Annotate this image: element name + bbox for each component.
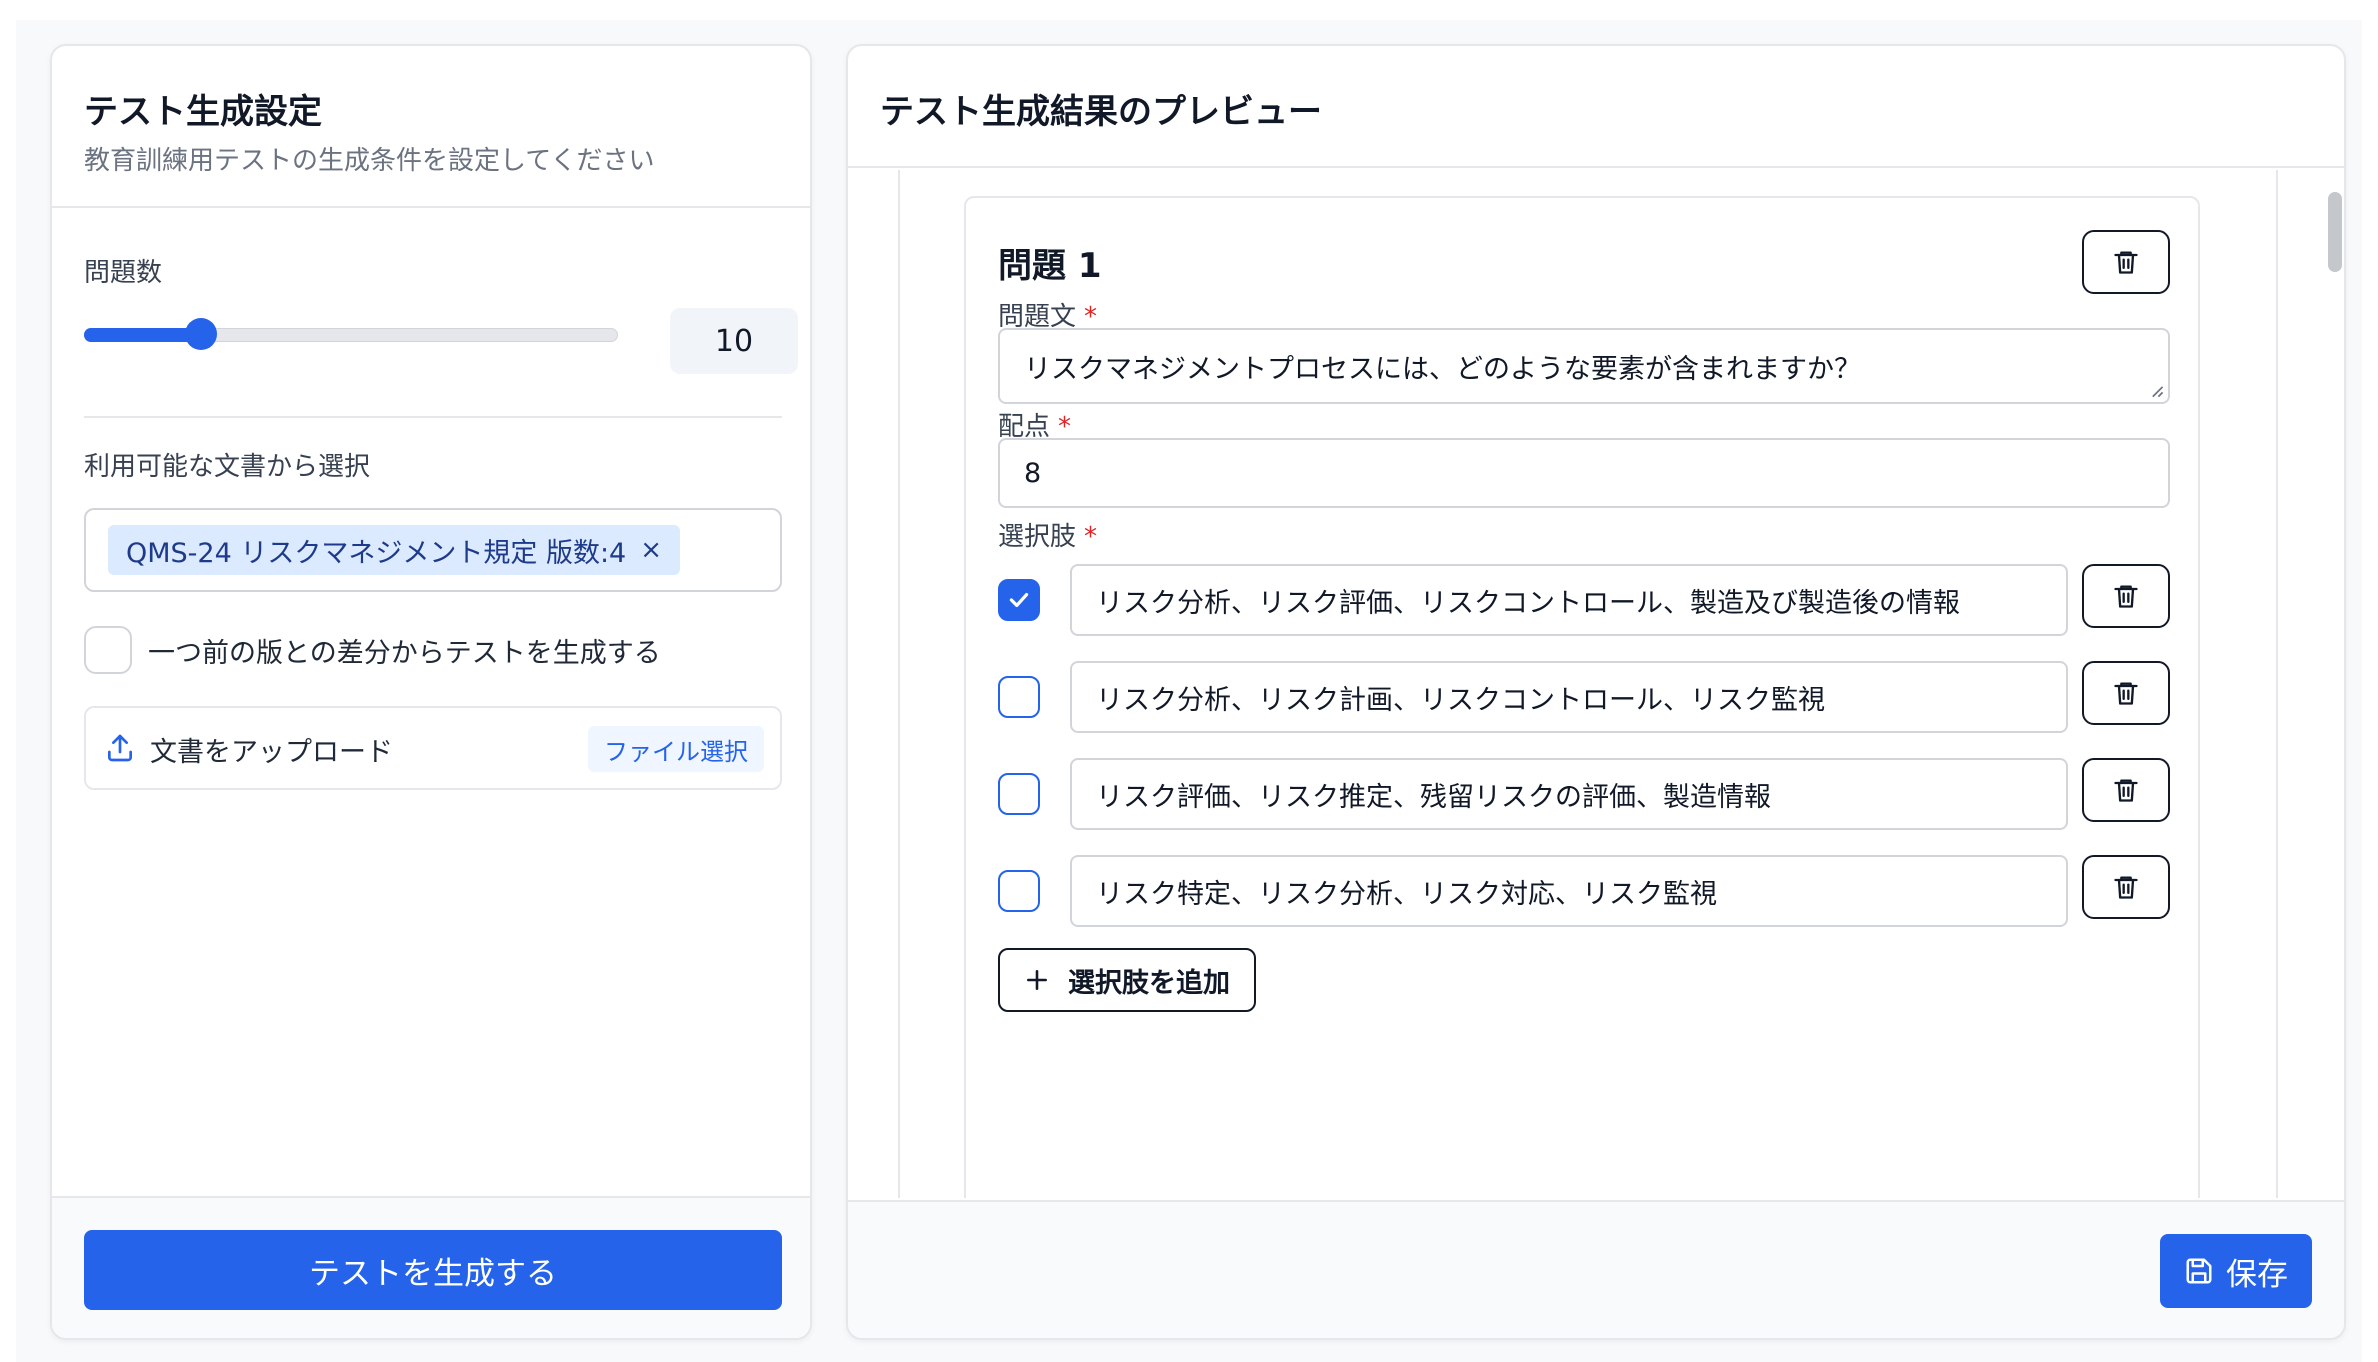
delete-choice-button[interactable] (2082, 564, 2170, 628)
preview-header: テスト生成結果のプレビュー (848, 46, 2344, 168)
delete-choice-button[interactable] (2082, 661, 2170, 725)
add-choice-button[interactable]: 選択肢を追加 (998, 948, 1256, 1012)
plus-icon (1027, 970, 1047, 990)
selected-document-name: QMS-24 リスクマネジメント規定 版数:4 (126, 537, 627, 569)
delete-question-button[interactable] (2082, 230, 2170, 294)
preview-footer: 保存 (848, 1200, 2344, 1338)
app-canvas: テスト生成設定 教育訓練用テストの生成条件を設定してください 問題数 10 利用… (16, 20, 2362, 1362)
delete-choice-button[interactable] (2082, 758, 2170, 822)
resize-grip-icon[interactable] (2150, 384, 2164, 398)
question-card: 問題 1 問題文 * リスクマネジメントプロセスには、どのような要素が含まれますか… (964, 196, 2200, 1198)
save-label: 保存 (2226, 1256, 2288, 1293)
settings-divider (84, 416, 782, 418)
generate-test-button[interactable]: テストを生成する (84, 1230, 782, 1310)
question-text-input[interactable]: リスクマネジメントプロセスには、どのような要素が含まれますか？ (998, 328, 2170, 404)
diff-option: 一つ前の版との差分からテストを生成する (84, 626, 661, 674)
upload-dropzone[interactable]: 文書をアップロード ファイル選択 (84, 706, 782, 790)
choice-text: リスク分析、リスク評価、リスクコントロール、製造及び製造後の情報 (1096, 587, 1960, 619)
scrollbar-thumb[interactable] (2328, 192, 2342, 272)
settings-subtitle: 教育訓練用テストの生成条件を設定してください (84, 146, 655, 176)
settings-panel: テスト生成設定 教育訓練用テストの生成条件を設定してください 問題数 10 利用… (50, 44, 812, 1340)
choice-text: リスク分析、リスク計画、リスクコントロール、リスク監視 (1096, 684, 1825, 716)
preview-scroll-area[interactable]: 問題 1 問題文 * リスクマネジメントプロセスには、どのような要素が含まれますか… (898, 170, 2278, 1198)
choices-label: 選択肢 * (998, 516, 1097, 553)
choice-text: リスク特定、リスク分析、リスク対応、リスク監視 (1096, 878, 1717, 910)
settings-title: テスト生成設定 (84, 92, 322, 132)
question-count-label: 問題数 (84, 258, 163, 288)
choice-checkbox[interactable] (998, 579, 1040, 621)
points-input[interactable]: 8 (998, 438, 2170, 508)
settings-footer: テストを生成する (52, 1196, 810, 1338)
trash-icon (2114, 585, 2138, 608)
documents-label: 利用可能な文書から選択 (84, 452, 371, 482)
save-icon (2186, 1258, 2212, 1284)
diff-checkbox-label: 一つ前の版との差分からテストを生成する (148, 637, 661, 669)
question-title: 問題 1 (998, 246, 1102, 286)
choice-input[interactable]: リスク分析、リスク評価、リスクコントロール、製造及び製造後の情報 (1070, 564, 2068, 636)
trash-icon (2114, 682, 2138, 705)
preview-panel: テスト生成結果のプレビュー 問題 1 問題文 * リスクマネジメントプロセスには、… (846, 44, 2346, 1340)
trash-icon (2114, 779, 2138, 802)
question-count-slider[interactable] (84, 318, 618, 350)
selected-document-chip: QMS-24 リスクマネジメント規定 版数:4 × (108, 525, 681, 575)
choice-checkbox[interactable] (998, 870, 1040, 912)
choices-label-text: 選択肢 (998, 522, 1077, 552)
slider-fill (84, 328, 202, 342)
file-select-button[interactable]: ファイル選択 (588, 726, 764, 772)
check-icon (1009, 592, 1029, 608)
trash-icon (2114, 876, 2138, 899)
save-button[interactable]: 保存 (2160, 1234, 2312, 1308)
preview-title: テスト生成結果のプレビュー (880, 92, 1322, 132)
settings-header: テスト生成設定 教育訓練用テストの生成条件を設定してください (52, 46, 810, 208)
choice-checkbox[interactable] (998, 773, 1040, 815)
add-choice-label: 選択肢を追加 (1068, 967, 1230, 999)
delete-choice-button[interactable] (2082, 855, 2170, 919)
choice-input[interactable]: リスク特定、リスク分析、リスク対応、リスク監視 (1070, 855, 2068, 927)
points-value: 8 (1024, 457, 1042, 489)
required-mark: * (1084, 522, 1098, 552)
question-count-value[interactable]: 10 (670, 308, 798, 374)
choice-text: リスク評価、リスク推定、残留リスクの評価、製造情報 (1096, 781, 1771, 813)
remove-document-icon[interactable]: × (640, 535, 662, 565)
choice-checkbox[interactable] (998, 676, 1040, 718)
upload-label: 文書をアップロード (150, 737, 393, 768)
question-text-value: リスクマネジメントプロセスには、どのような要素が含まれますか？ (1024, 353, 1861, 385)
slider-thumb[interactable] (185, 318, 218, 350)
upload-icon (108, 734, 132, 762)
diff-checkbox[interactable] (84, 626, 132, 674)
document-select[interactable]: QMS-24 リスクマネジメント規定 版数:4 × (84, 508, 782, 592)
trash-icon (2114, 251, 2138, 274)
choice-input[interactable]: リスク分析、リスク計画、リスクコントロール、リスク監視 (1070, 661, 2068, 733)
choice-input[interactable]: リスク評価、リスク推定、残留リスクの評価、製造情報 (1070, 758, 2068, 830)
